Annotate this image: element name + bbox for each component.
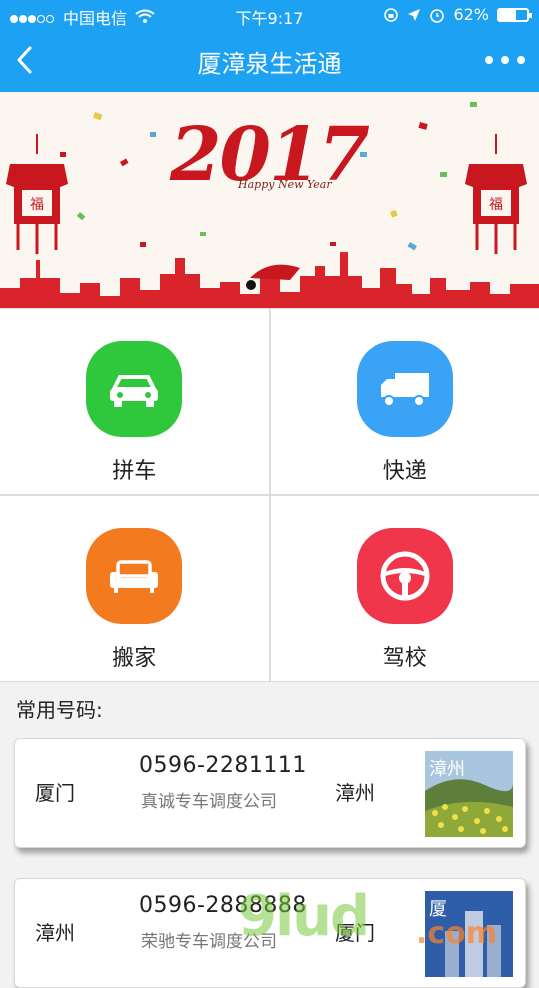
card-thumbnail: 漳州	[425, 751, 513, 837]
card-to-city: 漳州	[335, 777, 375, 806]
location-icon	[407, 8, 421, 22]
steering-wheel-icon	[357, 528, 453, 624]
service-label: 搬家	[0, 640, 269, 672]
right-lantern-icon: 福	[461, 134, 531, 254]
card-from-city: 厦门	[35, 777, 75, 806]
service-moving[interactable]: 搬家	[0, 496, 269, 681]
banner-subtitle: Happy New Year	[238, 178, 332, 191]
rotation-lock-icon	[383, 7, 399, 23]
left-lantern-icon: 福	[2, 134, 72, 254]
service-driving-school[interactable]: 驾校	[271, 496, 539, 681]
common-numbers-title: 常用号码:	[16, 694, 103, 723]
more-dots-icon	[485, 56, 493, 64]
battery-percent: 62%	[453, 5, 489, 24]
battery-icon	[497, 8, 529, 22]
service-label: 驾校	[271, 640, 539, 672]
service-express[interactable]: 快递	[271, 309, 539, 494]
sofa-icon	[86, 528, 182, 624]
more-button[interactable]	[485, 46, 525, 74]
watermark: 9lud	[238, 884, 368, 949]
thumbnail-caption: 漳州	[429, 755, 465, 781]
card-phone[interactable]: 0596-2281111	[139, 753, 307, 778]
alarm-icon	[429, 7, 445, 23]
service-grid: 拼车 快递 搬家 驾校	[0, 308, 539, 682]
card-from-city: 漳州	[35, 917, 75, 946]
service-carpool[interactable]: 拼车	[0, 309, 269, 494]
status-bar: 中国电信 下午9:17 62%	[0, 0, 539, 30]
page-title: 厦漳泉生活通	[0, 44, 539, 79]
watermark-suffix: .com	[416, 916, 497, 951]
new-year-banner[interactable]: 福 福 2017 Happy New Year	[0, 92, 539, 308]
nav-bar: 厦漳泉生活通	[0, 30, 539, 92]
truck-icon	[357, 341, 453, 437]
card-company: 真诚专车调度公司	[141, 787, 277, 812]
number-card[interactable]: 厦门 0596-2281111 真诚专车调度公司 漳州 漳州	[14, 738, 526, 848]
car-icon	[86, 341, 182, 437]
status-right: 62%	[383, 5, 529, 24]
carousel-indicator[interactable]	[246, 280, 256, 290]
service-label: 拼车	[0, 453, 269, 485]
svg-text:福: 福	[30, 197, 44, 213]
service-label: 快递	[271, 453, 539, 485]
svg-text:福: 福	[489, 197, 503, 213]
city-skyline	[0, 238, 539, 308]
